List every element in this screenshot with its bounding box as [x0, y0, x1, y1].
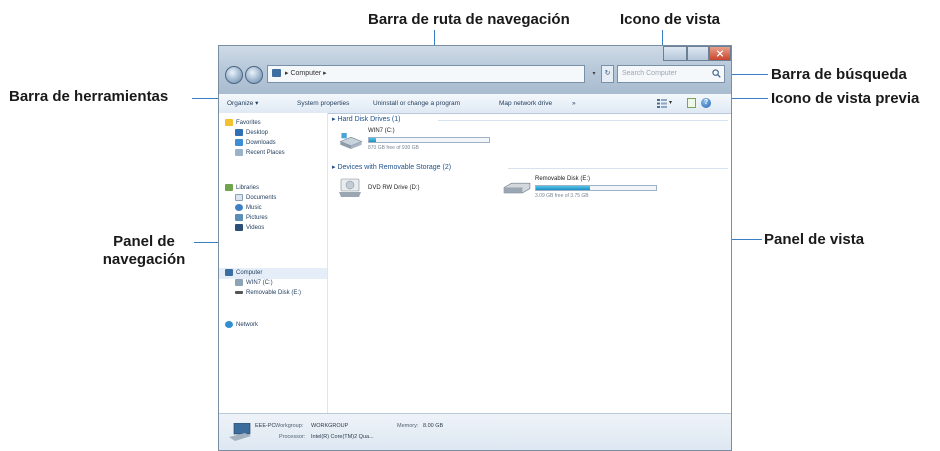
- pictures-icon: [235, 214, 243, 221]
- drive-c-free-space: 870 GB free of 930 GB: [368, 145, 419, 151]
- callout-toolbar: Barra de herramientas: [9, 88, 169, 105]
- help-icon[interactable]: ?: [701, 98, 711, 108]
- callout-view-pane: Panel de vista: [764, 231, 865, 248]
- workgroup-label: Workgroup:: [275, 423, 304, 429]
- workgroup-value: WORKGROUP: [311, 423, 349, 429]
- address-dropdown-button[interactable]: ▾: [589, 65, 599, 83]
- toolbar-map-network-drive[interactable]: Map network drive: [499, 94, 552, 113]
- drive-e-free-space: 3.09 GB free of 3.75 GB: [535, 193, 589, 199]
- address-text: ▸ Computer ▸: [285, 70, 327, 77]
- view-icon[interactable]: [657, 99, 667, 108]
- details-pane: EEE-PC Workgroup: WORKGROUP Memory: 8.00…: [219, 413, 731, 450]
- maximize-button[interactable]: [687, 46, 709, 61]
- drive-e-usage-fill: [536, 186, 590, 190]
- downloads-icon: [235, 139, 243, 146]
- toolbar-more[interactable]: »: [572, 94, 576, 113]
- computer-icon: [225, 269, 233, 276]
- nav-item-videos[interactable]: Videos: [235, 224, 264, 233]
- computer-icon: [272, 69, 281, 78]
- back-button[interactable]: [225, 66, 243, 84]
- documents-icon: [235, 194, 243, 201]
- hard-drive-icon: [339, 133, 363, 149]
- dvd-drive-icon: [339, 178, 361, 197]
- toolbar-organize[interactable]: Organize ▾: [227, 94, 258, 113]
- nav-item-drive-c[interactable]: WIN7 (C:): [235, 279, 273, 288]
- drive-item-e[interactable]: Removable Disk (E:) 3.09 GB free of 3.75…: [503, 175, 683, 205]
- callout-preview-icon: Icono de vista previa: [771, 90, 920, 107]
- preview-pane-icon[interactable]: [687, 98, 696, 108]
- nav-item-desktop[interactable]: Desktop: [235, 129, 268, 138]
- title-bar: ▸ Computer ▸ ▾ ↻ Search Computer: [219, 46, 731, 94]
- drive-c-usage-fill: [369, 138, 377, 142]
- removable-drive-icon: [235, 290, 243, 294]
- forward-button[interactable]: [245, 66, 263, 84]
- nav-item-music[interactable]: Music: [235, 204, 262, 213]
- removable-drive-icon: [503, 182, 531, 194]
- drive-e-label: Removable Disk (E:): [535, 176, 591, 182]
- computer-icon: [229, 423, 251, 441]
- close-icon: [716, 50, 724, 57]
- close-button[interactable]: [709, 46, 731, 61]
- nav-item-downloads[interactable]: Downloads: [235, 139, 276, 148]
- drive-d-label: DVD RW Drive (D:): [368, 185, 420, 191]
- music-icon: [235, 204, 243, 211]
- nav-item-favorites[interactable]: Favorites: [225, 119, 261, 128]
- recent-places-icon: [235, 149, 243, 156]
- toolbar-system-properties[interactable]: System properties: [297, 94, 349, 113]
- nav-item-recent-places[interactable]: Recent Places: [235, 149, 285, 158]
- drive-item-c[interactable]: WIN7 (C:) 870 GB free of 930 GB: [338, 127, 518, 157]
- callout-navigation-pane: Panel de navegación: [102, 233, 186, 268]
- drive-c-label: WIN7 (C:): [368, 128, 395, 134]
- drive-c-usage-bar: [368, 137, 490, 143]
- libraries-icon: [225, 184, 233, 191]
- hard-drive-icon: [235, 279, 243, 286]
- toolbar: Organize ▾ System properties Uninstall o…: [219, 94, 731, 114]
- toolbar-uninstall-program[interactable]: Uninstall or change a program: [373, 94, 460, 113]
- videos-icon: [235, 224, 243, 231]
- processor-value: Intel(R) Core(TM)2 Qua...: [311, 434, 374, 440]
- desktop-icon: [235, 129, 243, 136]
- group-divider: [508, 168, 728, 169]
- drive-item-d[interactable]: DVD RW Drive (D:): [338, 177, 488, 207]
- refresh-button[interactable]: ↻: [601, 65, 614, 83]
- annotated-screenshot: Barra de ruta de navegación Icono de vis…: [0, 0, 940, 451]
- callout-view-icon: Icono de vista: [620, 11, 721, 28]
- drive-e-usage-bar: [535, 185, 657, 191]
- memory-value: 8.00 GB: [423, 423, 444, 429]
- view-options-arrow[interactable]: ▾: [669, 94, 672, 113]
- explorer-window: ▸ Computer ▸ ▾ ↻ Search Computer Organiz…: [218, 45, 732, 451]
- nav-item-documents[interactable]: Documents: [235, 194, 276, 203]
- search-placeholder: Search Computer: [622, 70, 677, 77]
- network-icon: [225, 321, 233, 328]
- view-pane: ▸ Hard Disk Drives (1) WIN7 (C:) 870 GB …: [328, 113, 731, 413]
- minimize-button[interactable]: [663, 46, 687, 61]
- callout-search-bar: Barra de búsqueda: [771, 66, 907, 83]
- computer-name: EEE-PC: [255, 423, 276, 429]
- star-icon: [225, 119, 233, 126]
- group-hard-disk-drives[interactable]: ▸ Hard Disk Drives (1): [332, 115, 400, 125]
- nav-item-computer[interactable]: Computer: [225, 269, 262, 278]
- search-input[interactable]: Search Computer: [617, 65, 725, 83]
- callout-navigation-path-bar: Barra de ruta de navegación: [368, 11, 570, 28]
- nav-item-libraries[interactable]: Libraries: [225, 184, 259, 193]
- group-divider: [438, 120, 728, 121]
- search-icon: [712, 69, 721, 78]
- group-removable-storage[interactable]: ▸ Devices with Removable Storage (2): [332, 163, 451, 173]
- nav-item-network[interactable]: Network: [225, 321, 258, 330]
- navigation-path-bar[interactable]: ▸ Computer ▸: [267, 65, 585, 83]
- nav-item-pictures[interactable]: Pictures: [235, 214, 268, 223]
- processor-label: Processor:: [279, 434, 306, 440]
- memory-label: Memory:: [397, 423, 419, 429]
- navigation-pane: Favorites Desktop Downloads Recent Place…: [219, 113, 328, 413]
- nav-item-drive-e[interactable]: Removable Disk (E:): [235, 289, 301, 298]
